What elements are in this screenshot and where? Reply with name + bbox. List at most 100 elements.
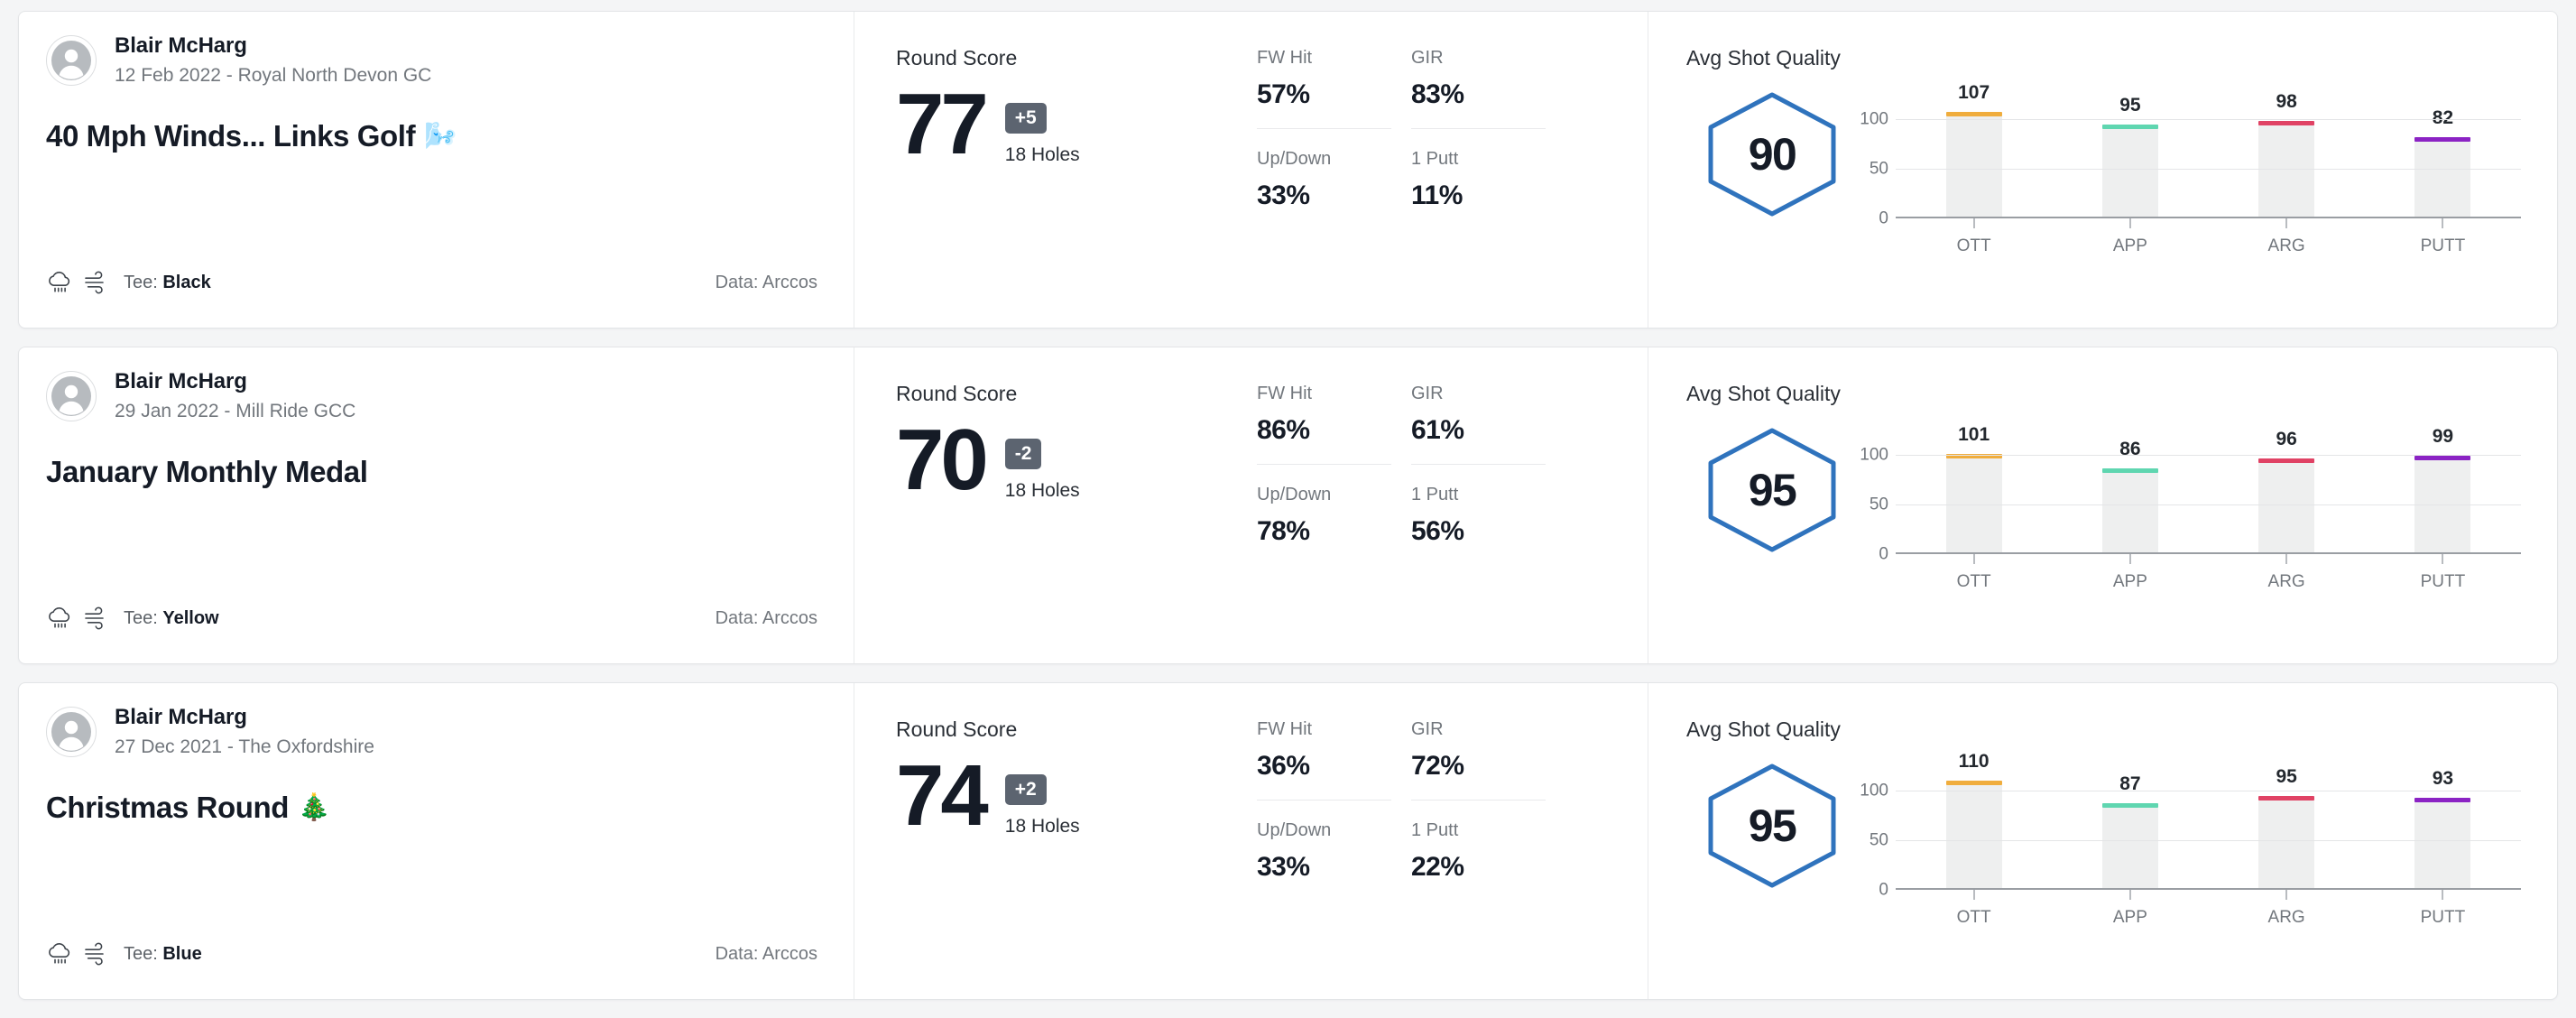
chart-x-label: APP (2112, 572, 2147, 591)
player-name: Blair McHarg (115, 33, 247, 58)
avg-shot-quality-label: Avg Shot Quality (1686, 717, 1841, 741)
player-identity: Blair McHarg 12 Feb 2022 - Royal North D… (46, 33, 826, 87)
player-name: Blair McHarg (115, 705, 247, 729)
round-date-course: 29 Jan 2022 - Mill Ride GCC (115, 401, 356, 421)
chart-bar-slot[interactable]: 95 (2258, 766, 2315, 890)
stat-fw-hit: FW Hit 57% (1257, 48, 1391, 114)
chart-plot-area: 107 95 98 82 (1896, 82, 2521, 218)
shot-quality-bar-chart: 100 50 0 101 86 96 99 OTT APP ARG PUTT (1858, 424, 2521, 592)
chart-x-category: APP (2102, 890, 2158, 928)
stat-up-down-value: 33% (1257, 852, 1310, 882)
chart-x-label: APP (2112, 908, 2147, 927)
chart-x-category: ARG (2258, 554, 2314, 592)
chart-x-label: OTT (1956, 572, 1991, 591)
chart-bar-value: 107 (1958, 82, 1990, 104)
chart-bar-slot[interactable]: 96 (2258, 429, 2315, 554)
chart-x-category: PUTT (2414, 890, 2470, 928)
chart-bar[interactable] (2101, 468, 2158, 554)
chart-bar-slot[interactable]: 101 (1945, 424, 2002, 554)
chart-x-category: APP (2102, 218, 2158, 256)
shot-quality-section: Avg Shot Quality 95 100 50 0 110 87 95 93 (1648, 683, 2557, 999)
chart-bar-value: 86 (2119, 439, 2141, 460)
stat-up-down-label: Up/Down (1257, 485, 1332, 504)
chart-bar-cap (2258, 458, 2315, 464)
holes-played: 18 Holes (1004, 816, 1080, 838)
stat-one-putt-label: 1 Putt (1411, 149, 1459, 169)
chart-x-tick-mark (2442, 554, 2444, 564)
chart-bar[interactable] (2414, 797, 2471, 890)
chart-x-axis: OTT APP ARG PUTT (1896, 218, 2521, 256)
chart-bar-slot[interactable]: 82 (2414, 99, 2471, 218)
stat-fw-hit-value: 57% (1257, 79, 1310, 109)
chart-x-label: APP (2112, 236, 2147, 255)
tee-label: Tee: (124, 607, 163, 628)
chart-y-axis: 100 50 0 (1858, 99, 1896, 227)
stat-one-putt: 1 Putt 22% (1411, 800, 1546, 886)
chart-bar-cap (1945, 781, 2002, 785)
stat-up-down: Up/Down 33% (1257, 128, 1391, 215)
stat-gir-label: GIR (1411, 48, 1444, 68)
round-title[interactable]: Christmas Round 🎄 (46, 791, 826, 825)
chart-y-tick: 0 (1879, 880, 1888, 900)
chart-bar-slot[interactable]: 110 (1945, 751, 2002, 890)
chart-x-tick-mark (2128, 554, 2131, 564)
chart-bar-slot[interactable]: 93 (2414, 768, 2471, 890)
round-title[interactable]: 40 Mph Winds... Links Golf 🌬️ (46, 119, 826, 153)
chart-bar-cap (2414, 136, 2471, 142)
chart-gridline (1896, 840, 2521, 841)
chart-x-tick-mark (2285, 218, 2288, 228)
chart-bar-slot[interactable]: 95 (2101, 95, 2158, 218)
chart-y-tick: 50 (1869, 159, 1888, 179)
chart-plot-area: 110 87 95 93 (1896, 751, 2521, 890)
round-card[interactable]: Blair McHarg 29 Jan 2022 - Mill Ride GCC… (18, 347, 2558, 664)
chart-bar-cap (2258, 121, 2315, 126)
chart-x-category: OTT (1946, 554, 2002, 592)
user-avatar-icon[interactable] (46, 370, 97, 421)
chart-bar-slot[interactable]: 107 (1945, 82, 2002, 218)
chart-x-category: ARG (2258, 890, 2314, 928)
chart-bar[interactable] (2101, 124, 2158, 218)
chart-x-label: ARG (2267, 572, 2305, 591)
stat-one-putt: 1 Putt 11% (1411, 128, 1546, 215)
stat-one-putt-value: 22% (1411, 852, 1464, 882)
stat-gir-value: 61% (1411, 415, 1464, 445)
round-date-course: 12 Feb 2022 - Royal North Devon GC (115, 65, 432, 86)
user-avatar-icon[interactable] (46, 706, 97, 757)
stat-fw-hit-value: 86% (1257, 415, 1310, 445)
chart-bar-cap (1945, 112, 2002, 117)
chart-bar-value: 87 (2119, 773, 2141, 795)
chart-bar-slot[interactable]: 98 (2258, 91, 2315, 218)
chart-x-label: ARG (2267, 908, 2305, 927)
avg-shot-quality-value: 90 (1748, 129, 1797, 180)
tee-color-value: Yellow (162, 607, 219, 628)
round-card[interactable]: Blair McHarg 27 Dec 2021 - The Oxfordshi… (18, 682, 2558, 1000)
round-summary-section: Blair McHarg 27 Dec 2021 - The Oxfordshi… (19, 683, 854, 999)
stat-fw-hit: FW Hit 36% (1257, 719, 1391, 785)
chart-x-category: APP (2102, 554, 2158, 592)
round-title-emoji-icon: 🌬️ (424, 122, 457, 151)
player-identity: Blair McHarg 29 Jan 2022 - Mill Ride GCC (46, 369, 826, 422)
chart-bar[interactable] (1945, 112, 2002, 218)
chart-bar-slot[interactable]: 99 (2414, 426, 2471, 554)
data-source-label: Data: Arccos (715, 607, 817, 628)
chart-bar-value: 101 (1958, 423, 1990, 445)
round-score-section: Round Score 77 +5 18 Holes FW Hit 57% GI… (854, 12, 1648, 328)
chart-bar[interactable] (2258, 795, 2315, 890)
chart-bar-slot[interactable]: 87 (2101, 771, 2158, 890)
chart-x-tick-mark (2442, 890, 2444, 900)
chart-bar-slot[interactable]: 86 (2101, 435, 2158, 554)
chart-x-label: PUTT (2420, 572, 2466, 591)
round-title[interactable]: January Monthly Medal (46, 455, 826, 489)
chart-bar-cap (2101, 803, 2158, 809)
user-avatar-icon[interactable] (46, 34, 97, 86)
tee-color-value: Black (162, 272, 211, 292)
chart-bar[interactable] (2101, 803, 2158, 890)
chart-bar[interactable] (1945, 781, 2002, 890)
stat-up-down: Up/Down 78% (1257, 464, 1391, 551)
chart-bar[interactable] (2258, 121, 2315, 218)
rain-cloud-icon (46, 270, 73, 295)
chart-bar[interactable] (2414, 136, 2471, 218)
round-card[interactable]: Blair McHarg 12 Feb 2022 - Royal North D… (18, 11, 2558, 329)
chart-bar[interactable] (2258, 458, 2315, 554)
chart-bar-value: 95 (2276, 765, 2297, 787)
